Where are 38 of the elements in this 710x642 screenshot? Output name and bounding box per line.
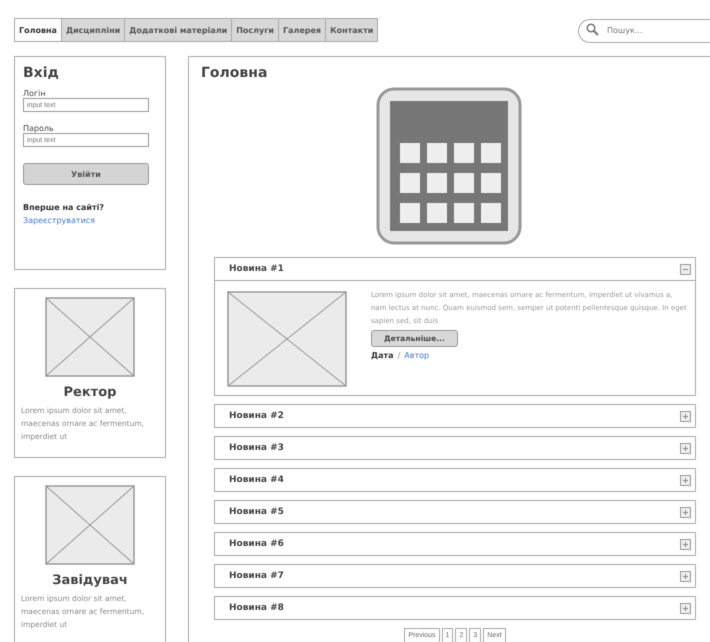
login-title: Вхід: [23, 65, 60, 81]
expand-icon[interactable]: [680, 506, 691, 518]
news-title: Новина #7: [229, 571, 284, 581]
expand-icon[interactable]: [680, 442, 691, 454]
calendar-icon: [376, 87, 522, 245]
nav-tab[interactable]: Контакти: [325, 19, 378, 41]
nav-tab[interactable]: Дисципліни: [60, 19, 124, 41]
expand-icon[interactable]: [680, 602, 691, 614]
page-title: Головна: [201, 65, 268, 81]
field-label: Логін: [23, 89, 47, 98]
register-prompt: Вперше на сайті?: [23, 203, 105, 212]
collapse-icon[interactable]: [680, 264, 691, 274]
expand-icon[interactable]: [680, 474, 691, 486]
news-title: Новина #2: [229, 411, 284, 421]
field-label: Пароль: [23, 124, 55, 133]
person-title: Ректор: [64, 385, 116, 400]
news-title: Новина #4: [229, 475, 284, 485]
news-title: Новина #3: [229, 443, 284, 453]
image-placeholder-icon: [45, 297, 135, 377]
register-link[interactable]: Зареєструватися: [23, 216, 95, 225]
search-field[interactable]: Пошук...: [578, 18, 710, 42]
news-title: Новина #5: [229, 507, 284, 517]
login-button[interactable]: Увійти: [23, 163, 149, 185]
expand-icon[interactable]: [680, 570, 691, 582]
expand-icon[interactable]: [680, 410, 691, 422]
author-link[interactable]: Автор: [404, 351, 430, 360]
news-title: Новина #1: [229, 264, 284, 274]
news-title: Новина #6: [229, 539, 284, 549]
expand-icon[interactable]: [680, 538, 691, 550]
news-date: Дата: [371, 351, 394, 360]
person-title: Завідувач: [52, 573, 128, 588]
nav-tab[interactable]: Галерея: [278, 19, 326, 41]
nav-tab[interactable]: Додаткові матеріали: [124, 19, 232, 41]
separator-text: /: [398, 351, 400, 360]
image-placeholder-icon: [45, 485, 135, 565]
nav-tab[interactable]: Послуги: [231, 19, 278, 41]
image-placeholder-icon: [227, 291, 347, 387]
news-title: Новина #8: [229, 603, 284, 613]
